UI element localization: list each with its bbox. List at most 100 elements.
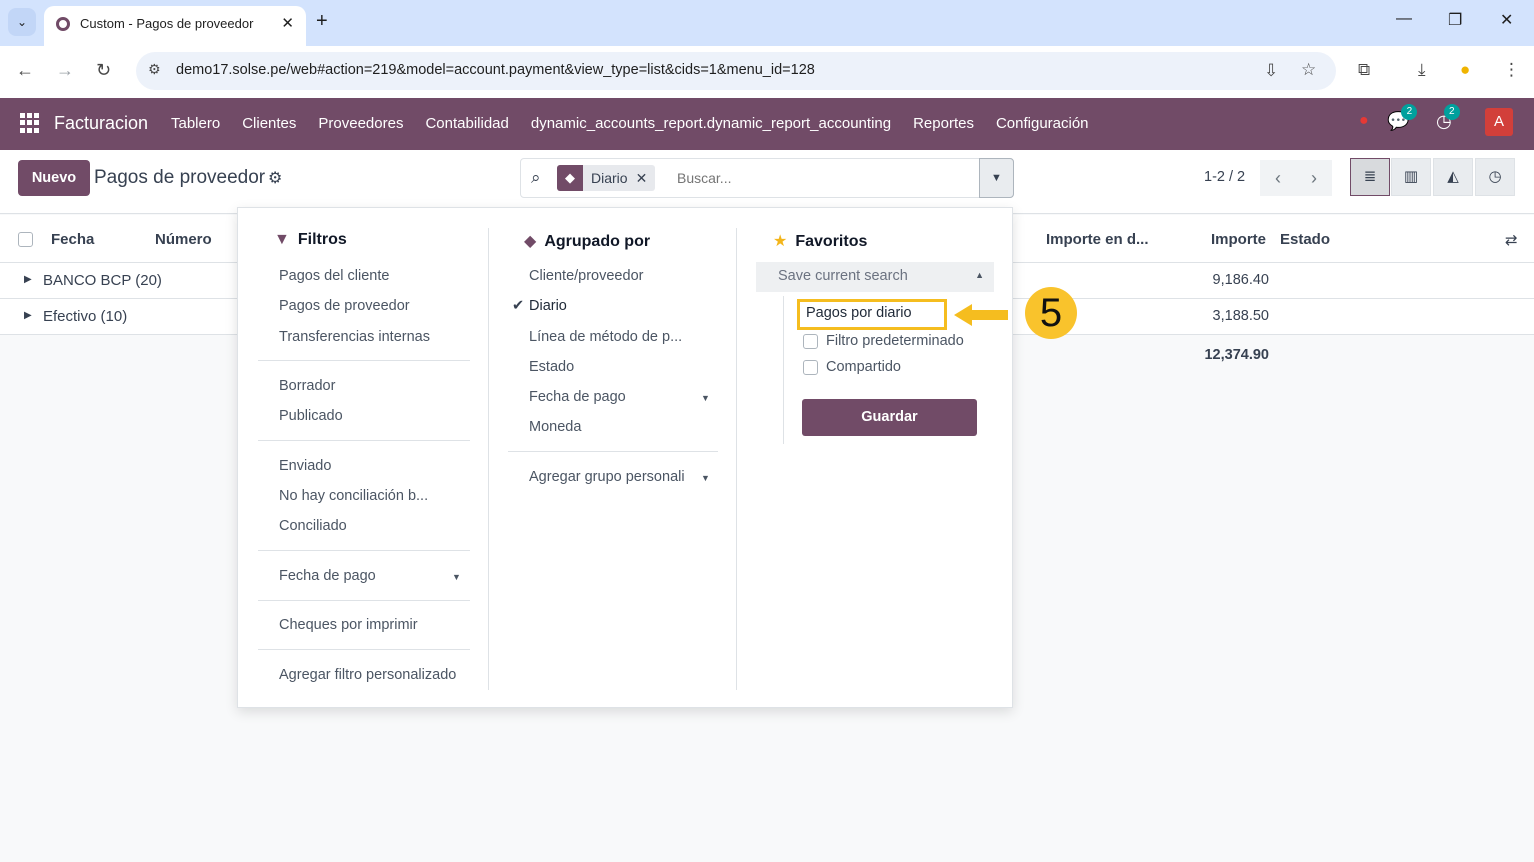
shared-option[interactable]: Compartido (803, 359, 901, 375)
tab-title: Custom - Pagos de proveedor (80, 16, 254, 31)
favorites-heading: ★ Favoritos (773, 233, 868, 250)
list-view-icon[interactable]: ≣ (1350, 158, 1390, 196)
filters-heading: ▼ Filtros (274, 231, 347, 248)
col-numero[interactable]: Número (155, 231, 212, 248)
save-current-search-toggle[interactable]: Save current search ▲ (756, 262, 994, 292)
divider (258, 600, 470, 601)
divider (258, 550, 470, 551)
app-brand[interactable]: Facturacion (54, 113, 148, 134)
menu-configuracion[interactable]: Configuración (996, 115, 1089, 132)
group-amount: 9,186.40 (1212, 272, 1269, 288)
groupby-item[interactable]: Fecha de pago (529, 389, 626, 405)
favorite-name-input[interactable] (806, 305, 940, 321)
reload-icon[interactable]: ↻ (96, 60, 111, 81)
extension-badge-icon[interactable]: ● (1460, 60, 1470, 80)
caret-down-icon[interactable]: ▼ (452, 572, 461, 582)
groupby-item[interactable]: Estado (529, 359, 574, 375)
groupby-item[interactable]: Línea de método de p... (529, 329, 682, 345)
add-custom-group[interactable]: Agregar grupo personali (529, 469, 685, 485)
optional-columns-icon[interactable]: ⇄ (1505, 231, 1518, 249)
caret-down-icon[interactable]: ▼ (701, 393, 710, 403)
browser-menu-icon[interactable]: ⋮ (1503, 60, 1520, 80)
filter-item[interactable]: Transferencias internas (279, 329, 430, 345)
facet-remove-icon[interactable]: ✕ (636, 170, 656, 187)
filter-item[interactable]: Pagos de proveedor (279, 298, 410, 314)
step-number-badge: 5 (1025, 287, 1077, 339)
divider (258, 440, 470, 441)
activities-icon[interactable]: ◷ 2 (1436, 104, 1460, 132)
search-facet: ◆ Diario ✕ (557, 165, 656, 191)
graph-view-icon[interactable]: ◭ (1433, 158, 1473, 196)
menu-proveedores[interactable]: Proveedores (318, 115, 403, 132)
col-fecha[interactable]: Fecha (51, 231, 94, 248)
filter-item[interactable]: Borrador (279, 378, 335, 394)
shared-label: Compartido (826, 359, 901, 375)
menu-dynamic-report[interactable]: dynamic_accounts_report.dynamic_report_a… (531, 115, 891, 132)
minimize-button[interactable]: — (1396, 10, 1412, 28)
address-bar[interactable]: ⚙ demo17.solse.pe/web#action=219&model=a… (136, 52, 1336, 90)
filter-item[interactable]: Enviado (279, 458, 331, 474)
pager-next-icon[interactable]: › (1296, 160, 1332, 196)
save-favorite-button[interactable]: Guardar (802, 399, 977, 436)
gear-icon[interactable]: ⚙ (268, 168, 282, 188)
select-all-checkbox[interactable] (18, 232, 33, 247)
forward-icon[interactable]: → (56, 60, 74, 81)
activity-view-icon[interactable]: ◷ (1475, 158, 1515, 196)
menu-reportes[interactable]: Reportes (913, 115, 974, 132)
menu-clientes[interactable]: Clientes (242, 115, 296, 132)
url-text[interactable]: demo17.solse.pe/web#action=219&model=acc… (176, 62, 815, 78)
tab-search-button[interactable]: ⌄ (8, 8, 36, 36)
search-icon[interactable]: ⌕ (531, 168, 541, 188)
pager-previous-icon[interactable]: ‹ (1260, 160, 1296, 196)
close-window-button[interactable]: ✕ (1500, 10, 1513, 30)
back-icon[interactable]: ← (16, 60, 34, 81)
status-dot-icon: ● (1359, 112, 1369, 129)
col-estado[interactable]: Estado (1280, 231, 1330, 248)
apps-menu-icon[interactable] (20, 113, 40, 133)
filter-item[interactable]: Cheques por imprimir (279, 617, 418, 633)
new-tab-button[interactable]: + (316, 10, 328, 33)
col-importe[interactable]: Importe (1211, 231, 1266, 248)
pager-value[interactable]: 1-2 / 2 (1204, 169, 1245, 185)
search-input[interactable] (677, 170, 967, 186)
bookmark-star-icon[interactable]: ☆ (1301, 60, 1316, 80)
extensions-icon[interactable]: ⧉ (1358, 60, 1370, 80)
search-panel-toggle[interactable]: ▼ (979, 158, 1014, 198)
divider (258, 360, 470, 361)
groupby-item[interactable]: Cliente/proveedor (529, 268, 643, 284)
messages-icon[interactable]: 💬 2 (1387, 104, 1418, 132)
filter-item[interactable]: Conciliado (279, 518, 347, 534)
menu-tablero[interactable]: Tablero (171, 115, 220, 132)
kanban-view-icon[interactable]: ▥ (1391, 158, 1431, 196)
browser-tab[interactable]: Custom - Pagos de proveedor ✕ (44, 6, 306, 46)
menu-contabilidad[interactable]: Contabilidad (425, 115, 508, 132)
filter-item[interactable]: No hay conciliación b... (279, 488, 428, 504)
default-filter-option[interactable]: Filtro predeterminado (803, 333, 964, 349)
site-settings-icon[interactable]: ⚙ (148, 61, 161, 78)
col-importe-divisa[interactable]: Importe en d... (1046, 231, 1149, 248)
save-current-search-label: Save current search (778, 268, 908, 284)
search-panel-dropdown: ▼ Filtros Pagos del cliente Pagos de prov… (237, 207, 1013, 708)
filter-date-item[interactable]: Fecha de pago (279, 568, 376, 584)
shared-checkbox[interactable] (803, 359, 818, 375)
user-avatar[interactable]: A (1485, 108, 1513, 136)
default-filter-checkbox[interactable] (803, 333, 818, 349)
caret-down-icon[interactable]: ▼ (701, 473, 710, 483)
groupby-item-selected[interactable]: Diario (529, 298, 567, 314)
browser-tab-strip: ⌄ Custom - Pagos de proveedor ✕ + — ❐ ✕ (0, 0, 1534, 46)
breadcrumb: Pagos de proveedor (94, 167, 266, 188)
downloads-icon[interactable]: ⤓ (1418, 60, 1426, 80)
favorite-name-field[interactable] (797, 299, 947, 330)
filter-item[interactable]: Publicado (279, 408, 343, 424)
install-app-icon[interactable]: ⇩ (1264, 61, 1278, 81)
tab-close-icon[interactable]: ✕ (281, 14, 294, 32)
default-filter-label: Filtro predeterminado (826, 333, 964, 349)
group-caret-icon: ▶ (24, 274, 32, 285)
add-custom-filter[interactable]: Agregar filtro personalizado (279, 667, 456, 683)
search-bar: ⌕ ◆ Diario ✕ ▼ (520, 158, 1014, 198)
new-button[interactable]: Nuevo (18, 160, 90, 196)
restore-button[interactable]: ❐ (1448, 10, 1462, 30)
groupby-item[interactable]: Moneda (529, 419, 581, 435)
odoo-navbar: Facturacion Tablero Clientes Proveedores… (0, 98, 1534, 150)
filter-item[interactable]: Pagos del cliente (279, 268, 389, 284)
